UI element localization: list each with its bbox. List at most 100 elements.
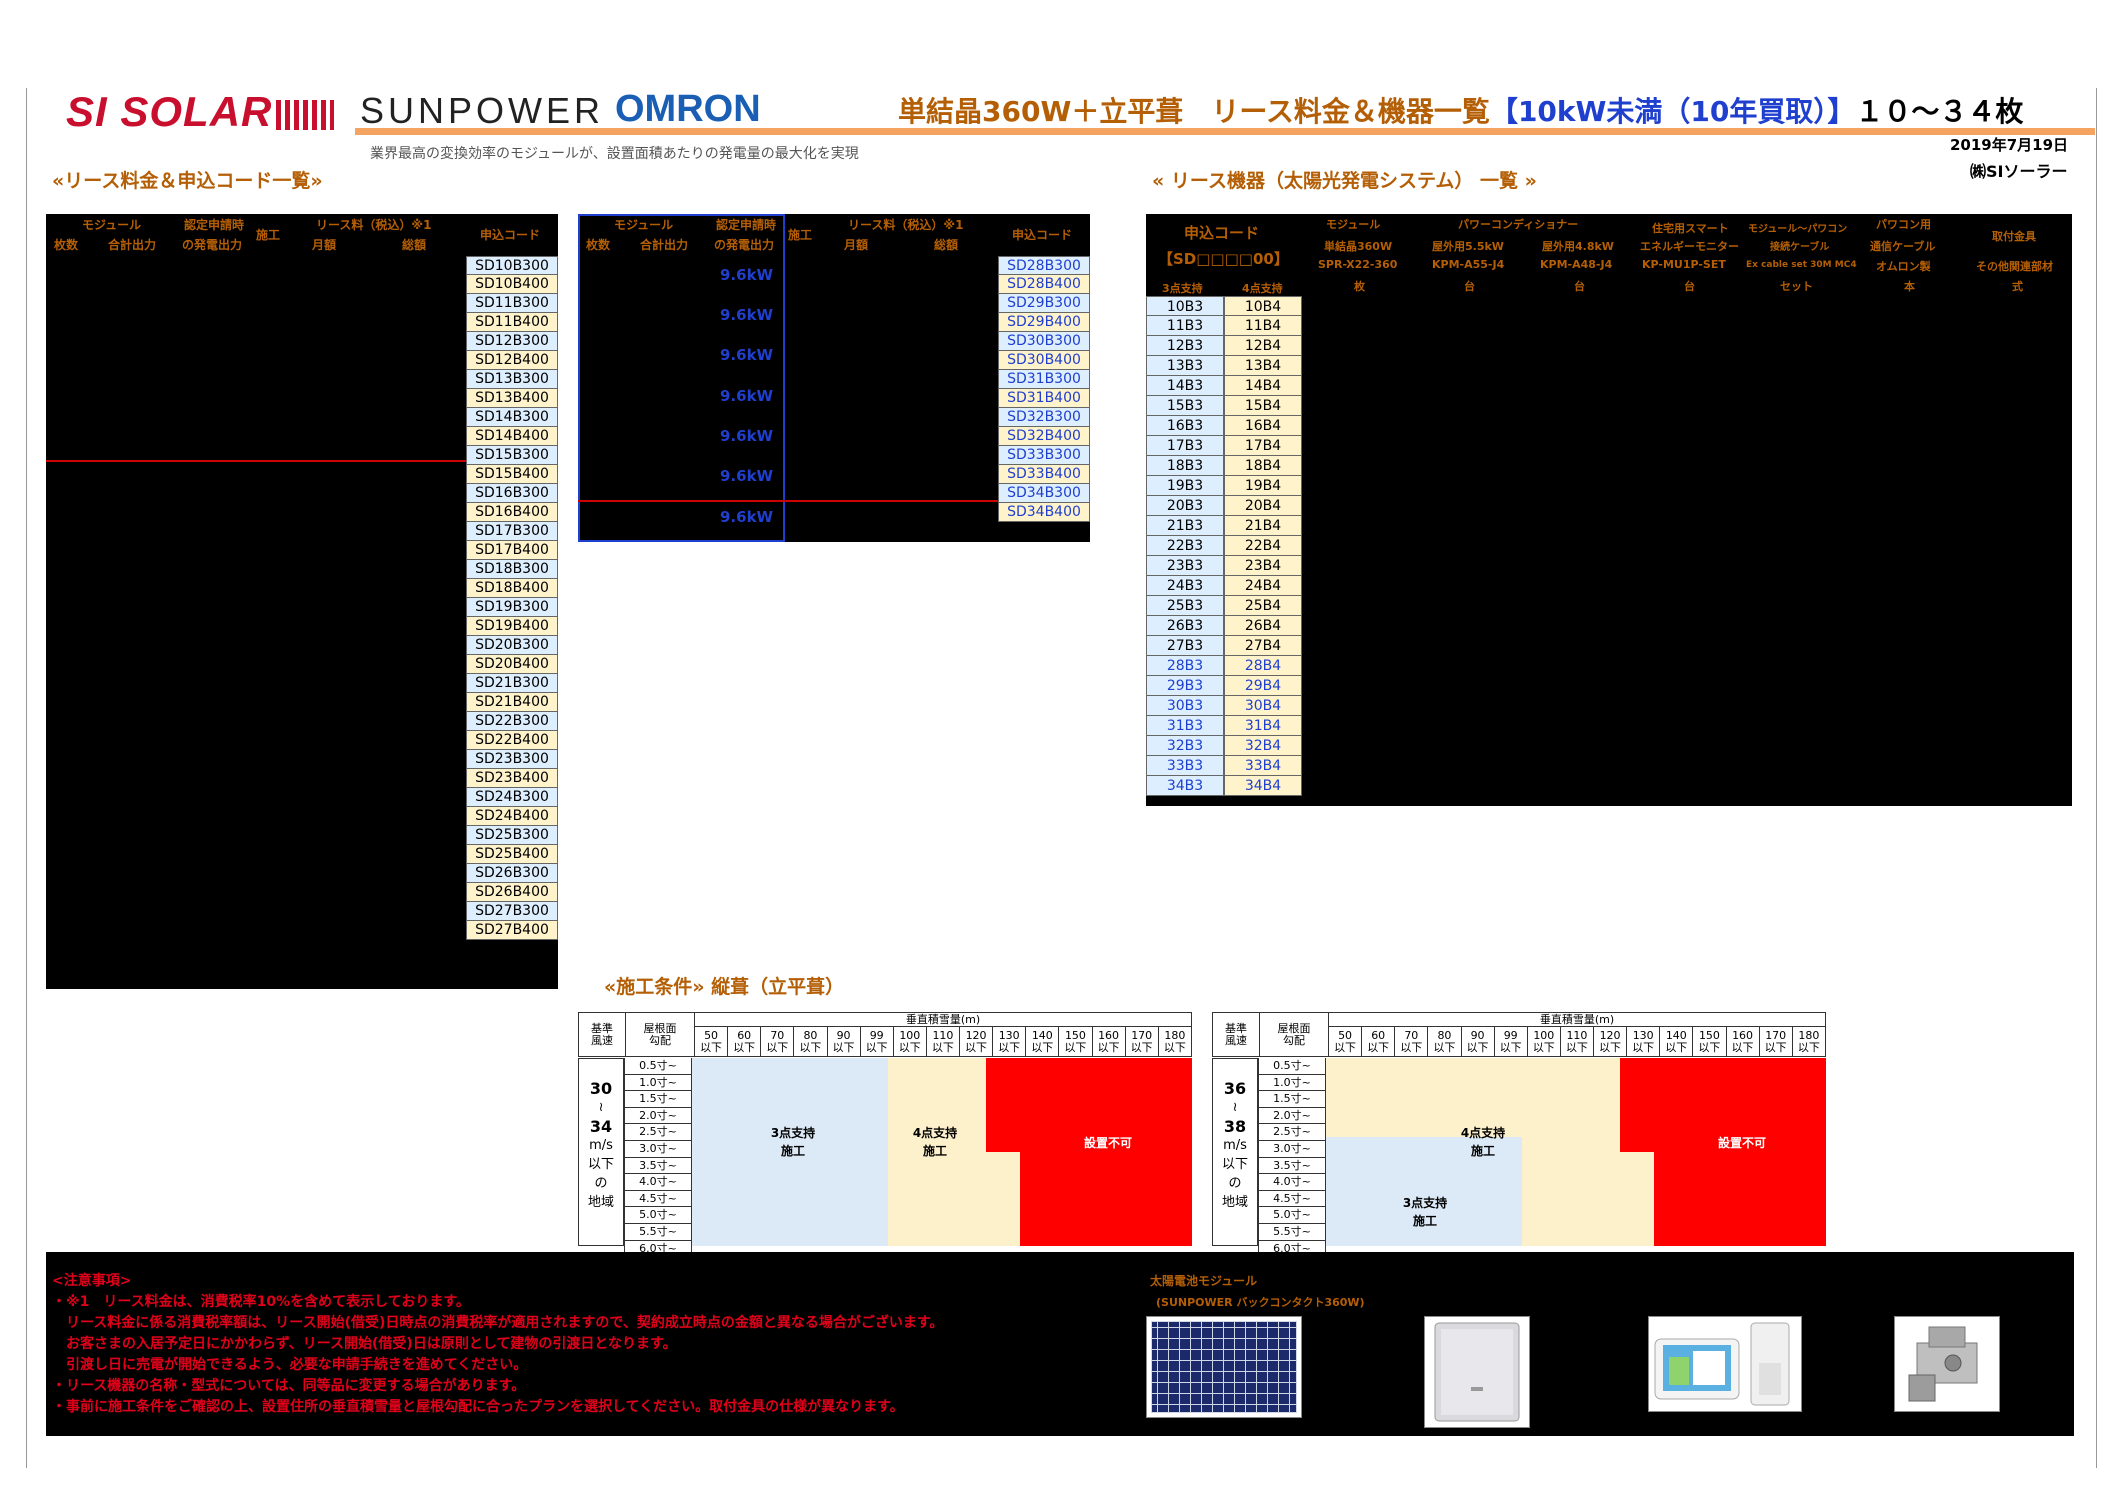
hdr-monthly: 月額 [312, 238, 337, 252]
hdr-base-wind: 基準 風速 [578, 1012, 626, 1057]
code3-cell: 21B3 [1146, 516, 1224, 536]
table-row: 17B3 17B4 [1146, 436, 1302, 456]
code-cell: SD33B400 [998, 465, 1090, 484]
note-line: リース料金に係る消費税率額は、リース開始(借受)日時点の消費税率が適用されますの… [52, 1315, 944, 1331]
table-row: 26B3 26B4 [1146, 616, 1302, 636]
code-cell: SD26B400 [466, 883, 558, 902]
zone-3point-label: 3点支持 施工 [1402, 1196, 1448, 1228]
code-cell: SD27B400 [466, 921, 558, 940]
hdr-3point: 3点支持 [1162, 282, 1203, 295]
snow-col: 150 以下 [1058, 1026, 1093, 1057]
code3-cell: 13B3 [1146, 356, 1224, 376]
code-cell: SD25B300 [466, 826, 558, 845]
equipment-table: 申込コード 【SD□□□□00】 3点支持 4点支持 モジュール 単結晶360W… [1146, 214, 2072, 806]
code-cell: SD33B300 [998, 446, 1090, 465]
code-cell: SD23B300 [466, 750, 558, 769]
eq-h4: 台 [1464, 280, 1475, 293]
eq-h4: 式 [2012, 280, 2023, 293]
hdr-construction: 施工 [788, 228, 813, 242]
snow-col: 60 以下 [727, 1026, 762, 1057]
hdr-total: 合計出力 [108, 238, 157, 252]
eq-h1: モジュール [1326, 218, 1381, 231]
code-cell: SD13B400 [466, 389, 558, 408]
code3-cell: 30B3 [1146, 696, 1224, 716]
kw-label: 9.6kW [720, 346, 774, 364]
table-row: 14B3 14B4 [1146, 376, 1302, 396]
zone-ng-label: 設置不可 [1717, 1136, 1766, 1150]
table-row: 13B3 13B4 [1146, 356, 1302, 376]
snow-col: 90 以下 [826, 1026, 861, 1057]
hdr-fee: リース料（税込）※1 [848, 218, 964, 232]
code4-cell: 24B4 [1224, 576, 1302, 596]
table-row: 29B3 29B4 [1146, 676, 1302, 696]
snow-col: 140 以下 [1025, 1026, 1060, 1057]
slope-list-right: 0.5寸~ 1.0寸~ 1.5寸~ 2.0寸~ 2.5寸~ 3.0寸~ 3.5寸… [1258, 1058, 1326, 1258]
snow-col: 170 以下 [1758, 1026, 1793, 1057]
bracket-icon [1908, 1326, 1978, 1402]
snow-col: 99 以下 [1493, 1026, 1528, 1057]
code4-cell: 34B4 [1224, 776, 1302, 796]
eq-h2: 屋外用5.5kW [1432, 240, 1504, 253]
code3-cell: 29B3 [1146, 676, 1224, 696]
snow-col: 130 以下 [1626, 1026, 1661, 1057]
table-row: 25B3 25B4 [1146, 596, 1302, 616]
code-cell: SD15B300 [466, 446, 558, 465]
code-cell: SD26B300 [466, 864, 558, 883]
code3-cell: 11B3 [1146, 316, 1224, 336]
code-cell: SD20B400 [466, 655, 558, 674]
snow-col: 100 以下 [892, 1026, 927, 1057]
table-row: 33B3 33B4 [1146, 756, 1302, 776]
note-line: ・※1 リース料金は、消費税率10%を含めて表示しております。 [52, 1294, 470, 1310]
hdr-certified-sub: の発電出力 [182, 238, 243, 252]
code3-cell: 22B3 [1146, 536, 1224, 556]
eq-h1: 取付金具 [1992, 230, 2036, 243]
table-row: 12B3 12B4 [1146, 336, 1302, 356]
table-row: 28B3 28B4 [1146, 656, 1302, 676]
table-row: 30B3 30B4 [1146, 696, 1302, 716]
code-cell: SD18B300 [466, 560, 558, 579]
code4-cell: 21B4 [1224, 516, 1302, 536]
code-cell: SD34B400 [998, 503, 1090, 522]
code-cell: SD27B300 [466, 902, 558, 921]
code4-cell: 15B4 [1224, 396, 1302, 416]
code4-cell: 25B4 [1224, 596, 1302, 616]
page-title: 単結晶360W＋立平葺 リース料金＆機器一覧【10kW未満（10年買取）】１０～… [898, 95, 2024, 128]
eq-h3: SPR-X22-360 [1318, 258, 1398, 271]
table-row: 32B3 32B4 [1146, 736, 1302, 756]
eq-h4: 台 [1684, 280, 1695, 293]
mounting-bracket-image [1894, 1316, 2000, 1412]
zone-4point-label: 4点支持 施工 [912, 1126, 958, 1158]
code4-cell: 22B4 [1224, 536, 1302, 556]
snow-col: 50 以下 [1327, 1026, 1363, 1057]
kw-label: 9.6kW [720, 508, 774, 526]
code4-cell: 14B4 [1224, 376, 1302, 396]
omron-logo: OMRON [615, 88, 761, 130]
table-row: 18B3 18B4 [1146, 456, 1302, 476]
eq-h3: KPM-A55-J4 [1432, 258, 1505, 271]
snow-col: 80 以下 [1427, 1026, 1462, 1057]
hdr-code-pattern: 【SD□□□□00】 [1158, 250, 1289, 268]
snow-col: 70 以下 [760, 1026, 795, 1057]
install-chart-left: 基準 風速 屋根面 勾配 垂直積雪量(m) 50 以下 60 以下 70 以下 80 以下 … [578, 1012, 1193, 1258]
lease-section-title: «リース料金＆申込コード一覧» [52, 170, 323, 192]
equipment-section-title: « リース機器（太陽光発電システム） 一覧 » [1152, 170, 1537, 192]
table-row: 10B3 10B4 [1146, 296, 1302, 316]
code3-cell: 28B3 [1146, 656, 1224, 676]
code-cell: SD25B400 [466, 845, 558, 864]
note-line: お客さまの入居予定日にかかわらず、リース開始(借受)日は原則として建物の引渡日と… [52, 1336, 677, 1352]
table-row: 11B3 11B4 [1146, 316, 1302, 336]
code3-cell: 10B3 [1146, 296, 1224, 316]
zone-4point-label: 4点支持 施工 [1460, 1126, 1506, 1158]
install-chart-right: 基準 風速 屋根面 勾配 垂直積雪量(m) 50 以下 60 以下 70 以下 80 以下 … [1212, 1012, 1827, 1258]
code4-cell: 17B4 [1224, 436, 1302, 456]
zone-ng-label: 設置不可 [1083, 1136, 1132, 1150]
code-cell: SD30B400 [998, 351, 1090, 370]
eq-h3: KPM-A48-J4 [1540, 258, 1613, 271]
table-row: 19B3 19B4 [1146, 476, 1302, 496]
table-row: 16B3 16B4 [1146, 416, 1302, 436]
eq-h3: Ex cable set 30M MC4 [1746, 260, 1857, 270]
zone-4point-step [986, 1152, 1020, 1246]
eq-h1: パワーコンディショナー [1458, 218, 1579, 231]
solar-panel-icon [1151, 1321, 1297, 1413]
eq-h3: KP-MU1P-SET [1642, 258, 1726, 271]
